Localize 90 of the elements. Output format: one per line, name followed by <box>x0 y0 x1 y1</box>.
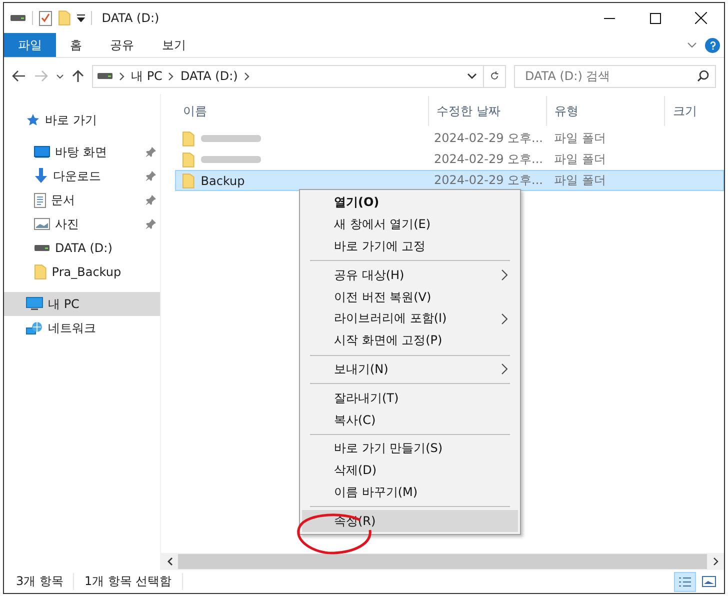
blurred-name-icon <box>200 134 261 143</box>
up-button[interactable] <box>72 69 84 83</box>
modified-date: 2024-02-29 오후... <box>434 172 543 189</box>
drive-icon <box>10 14 26 22</box>
window-title: DATA (D:) <box>102 11 160 25</box>
menu-item[interactable]: 라이브러리에 포함(I) <box>302 308 518 330</box>
refresh-icon <box>490 70 499 82</box>
document-icon <box>34 192 46 208</box>
pin-icon <box>146 195 156 205</box>
column-header[interactable]: 유형 <box>546 96 665 126</box>
pin-icon <box>146 219 156 229</box>
sidebar-item[interactable]: 내 PC <box>4 292 160 316</box>
menu-item[interactable]: 복사(C) <box>302 409 518 431</box>
column-header[interactable]: 크기 <box>664 96 724 126</box>
menu-item[interactable]: 공유 대상(H) <box>302 264 518 286</box>
chevron-right-icon <box>712 557 718 566</box>
menu-item[interactable]: 바로 가기 만들기(S) <box>302 438 518 460</box>
menu-item[interactable]: 속성(R) <box>302 510 518 532</box>
expand-ribbon-icon[interactable] <box>687 42 697 48</box>
search-icon <box>697 70 709 82</box>
file-row[interactable]: Backup 2024-02-29 오후... 파일 폴더 <box>175 170 724 191</box>
folder-icon <box>182 130 195 146</box>
modified-date: 2024-02-29 오후... <box>434 151 543 168</box>
menu-item[interactable]: 열기(O) <box>302 192 518 214</box>
view-button[interactable] <box>674 572 696 592</box>
ribbon-tab[interactable]: 보기 <box>148 33 200 57</box>
file-row[interactable]: 2024-02-29 오후... 파일 폴더 <box>175 149 724 170</box>
sidebar-item[interactable]: Pra_Backup <box>4 260 160 284</box>
address-bar[interactable]: 내 PC DATA (D:) <box>92 64 506 88</box>
maximize-icon <box>650 12 660 24</box>
folder-icon <box>182 172 195 188</box>
recent-locations-button[interactable] <box>56 74 64 78</box>
sidebar-item[interactable]: 문서 <box>4 188 160 212</box>
status-text: 3개 항목 <box>16 573 74 590</box>
folder-icon <box>58 10 71 26</box>
menu-item[interactable]: 새 창에서 열기(E) <box>302 214 518 236</box>
pin-icon <box>146 171 156 181</box>
file-type: 파일 폴더 <box>554 151 606 168</box>
folder-icon <box>182 152 195 168</box>
thumbnail-icon <box>702 576 716 587</box>
sidebar-item[interactable]: DATA (D:) <box>4 236 160 260</box>
file-row[interactable]: 2024-02-29 오후... 파일 폴더 <box>175 128 724 149</box>
menu-item[interactable]: 보내기(N) <box>302 358 518 380</box>
ribbon-tab[interactable]: 파일 <box>4 33 56 57</box>
chevron-down-icon <box>467 73 477 79</box>
drive-icon <box>97 72 113 80</box>
chevron-right-icon <box>244 72 250 80</box>
help-icon[interactable] <box>705 38 720 52</box>
back-button[interactable] <box>12 70 26 82</box>
search-field[interactable]: DATA (D:) 검색 <box>514 64 716 88</box>
menu-item[interactable]: 잘라내기(T) <box>302 387 518 410</box>
folder-icon <box>34 264 47 280</box>
menu-item[interactable]: 시작 화면에 고정(P) <box>302 330 518 352</box>
sidebar-item[interactable]: 바로 가기 <box>4 108 160 132</box>
menu-item[interactable]: 이전 버전 복원(V) <box>302 286 518 308</box>
ribbon-tab[interactable]: 홈 <box>56 33 96 57</box>
menu-item[interactable]: 삭제(D) <box>302 460 518 482</box>
picture-icon <box>34 218 50 230</box>
properties-icon[interactable] <box>39 10 52 26</box>
file-type: 파일 폴더 <box>554 172 606 189</box>
status-text: 1개 항목 선택함 <box>84 573 183 590</box>
file-name: Backup <box>200 174 245 188</box>
breadcrumb[interactable]: 내 PC <box>131 68 162 84</box>
column-header[interactable]: 이름 <box>174 96 429 126</box>
breadcrumb[interactable]: DATA (D:) <box>180 69 238 83</box>
sidebar-item[interactable]: 네트워크 <box>4 316 160 340</box>
modified-date: 2024-02-29 오후... <box>434 130 543 147</box>
pin-icon <box>146 147 156 157</box>
network-icon <box>26 320 43 336</box>
drive-icon <box>34 244 50 252</box>
menu-item[interactable]: 이름 바꾸기(M) <box>302 482 518 504</box>
sidebar-item[interactable]: 사진 <box>4 212 160 236</box>
download-arrow-icon <box>34 168 48 184</box>
chevron-right-icon <box>168 72 174 80</box>
menu-item[interactable]: 바로 가기에 고정 <box>302 236 518 258</box>
desktop-icon <box>34 146 50 158</box>
sidebar-item[interactable]: 다운로드 <box>4 164 160 188</box>
chevron-left-icon <box>166 557 172 566</box>
close-icon <box>695 12 707 24</box>
ribbon-tab[interactable]: 공유 <box>96 33 148 57</box>
scrollbar-thumb[interactable] <box>178 554 707 569</box>
blurred-name-icon <box>200 155 261 164</box>
file-type: 파일 폴더 <box>554 130 606 147</box>
details-list-icon <box>678 576 692 588</box>
chevron-right-icon <box>119 72 125 80</box>
computer-icon <box>26 297 43 311</box>
sidebar-item[interactable]: 바탕 화면 <box>4 140 160 164</box>
column-header[interactable]: 수정한 날짜 <box>428 96 547 126</box>
dropdown-icon[interactable] <box>76 14 85 22</box>
star-icon <box>26 113 40 127</box>
